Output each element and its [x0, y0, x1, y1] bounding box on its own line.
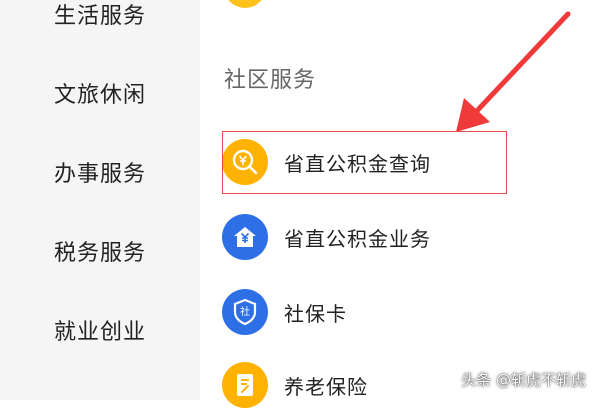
- sidebar-item-label: 税务服务: [53, 241, 146, 266]
- service-fund-business[interactable]: 省直公积金业务: [222, 209, 512, 265]
- sidebar-item-label: 文旅休闲: [53, 83, 146, 108]
- service-label: 社保卡: [284, 301, 347, 326]
- section-title: 社区服务: [224, 68, 317, 93]
- sidebar-item-tax-services[interactable]: 税务服务: [0, 231, 200, 271]
- highlight-box: [222, 131, 507, 194]
- service-label: 养老保险: [284, 374, 368, 399]
- sidebar-item-culture-tourism[interactable]: 文旅休闲: [0, 73, 200, 113]
- card-icon-text: 社: [240, 305, 250, 318]
- category-sidebar: 生活服务 文旅休闲 办事服务 税务服务 就业创业: [0, 0, 200, 400]
- pension-insurance-icon: [222, 362, 268, 408]
- social-security-card-icon: 社: [222, 289, 268, 335]
- service-social-security-card[interactable]: 社 社保卡: [222, 284, 512, 340]
- sidebar-item-label: 就业创业: [53, 320, 146, 345]
- service-label: 省直公积金业务: [284, 226, 431, 251]
- sidebar-item-label: 办事服务: [53, 162, 146, 187]
- sidebar-item-employment[interactable]: 就业创业: [0, 310, 200, 350]
- sidebar-item-label: 生活服务: [53, 4, 146, 29]
- sidebar-item-government-services[interactable]: 办事服务: [0, 152, 200, 192]
- fund-business-icon: [222, 214, 268, 260]
- watermark: 头条 @斩虎不斩虎: [461, 371, 586, 389]
- previous-service-icon[interactable]: [224, 0, 266, 8]
- sidebar-item-life-services[interactable]: 生活服务: [0, 0, 200, 34]
